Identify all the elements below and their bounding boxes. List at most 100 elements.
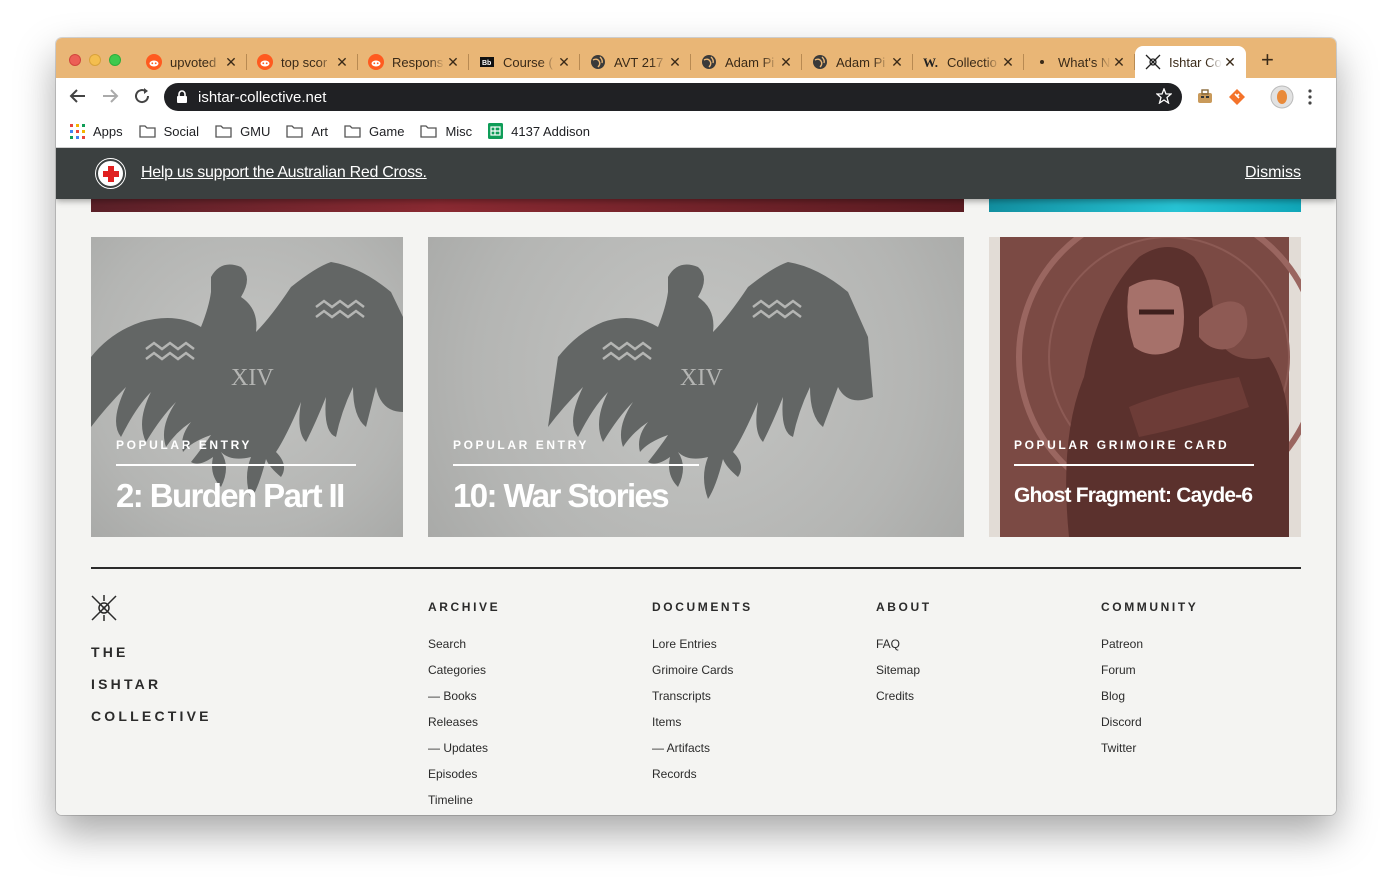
- bookmark-label: Game: [369, 123, 405, 139]
- card-title: 10: War Stories: [453, 477, 670, 514]
- popular-entry-card[interactable]: XIV POPULAR ENTRY 10: War Stories: [428, 237, 964, 537]
- folder-icon: [215, 124, 232, 138]
- tab-ishtar[interactable]: Ishtar Co ✕: [1135, 46, 1246, 78]
- tab-collection[interactable]: W. Collectio ✕: [913, 46, 1024, 78]
- footer-link[interactable]: Grimoire Cards: [652, 663, 753, 689]
- tab-course[interactable]: Bb Course ( ✕: [469, 46, 580, 78]
- svg-text:W.: W.: [923, 55, 938, 70]
- tab-close-icon[interactable]: ✕: [1222, 54, 1238, 71]
- tab-upvoted[interactable]: upvoted ✕: [136, 46, 247, 78]
- footer-link[interactable]: Blog: [1101, 689, 1198, 715]
- address-bar[interactable]: ishtar-collective.net: [164, 83, 1182, 111]
- svg-text:XIV: XIV: [680, 365, 723, 391]
- footer-link[interactable]: Search: [428, 637, 500, 663]
- popular-grimoire-card[interactable]: POPULAR GRIMOIRE CARD Ghost Fragment: Ca…: [989, 237, 1301, 537]
- tab-close-icon[interactable]: ✕: [223, 54, 239, 71]
- bookmark-folder-misc[interactable]: Misc: [420, 124, 472, 139]
- footer-heading: ABOUT: [876, 600, 932, 614]
- bookmark-folder-gmu[interactable]: GMU: [215, 124, 270, 139]
- card-divider: [1014, 464, 1254, 466]
- footer-link[interactable]: Releases: [428, 715, 500, 741]
- bookmark-star-icon[interactable]: [1155, 87, 1173, 109]
- maximize-window-button[interactable]: [109, 54, 121, 66]
- minimize-window-button[interactable]: [89, 54, 101, 66]
- card-divider: [453, 464, 699, 466]
- footer-link[interactable]: Transcripts: [652, 689, 753, 715]
- tab-close-icon[interactable]: ✕: [778, 54, 794, 71]
- footer-link[interactable]: Forum: [1101, 663, 1198, 689]
- bookmark-folder-art[interactable]: Art: [286, 124, 328, 139]
- footer-link[interactable]: — Updates: [428, 741, 500, 767]
- sheets-icon: [488, 123, 504, 139]
- red-cross-banner: Help us support the Australian Red Cross…: [56, 148, 1336, 199]
- tab-title: Respons: [392, 54, 444, 70]
- banner-support-link[interactable]: Help us support the Australian Red Cross…: [141, 164, 427, 182]
- forward-arrow-icon[interactable]: [100, 86, 120, 106]
- footer-link[interactable]: Credits: [876, 689, 932, 715]
- tab-close-icon[interactable]: ✕: [889, 54, 905, 71]
- popular-entry-card[interactable]: XIV POPULAR ENTRY 2: Burden Part II: [91, 237, 403, 537]
- bookmark-4137-addison[interactable]: 4137 Addison: [488, 123, 590, 139]
- reddit-icon: [257, 54, 273, 70]
- bookmark-folder-game[interactable]: Game: [344, 124, 404, 139]
- footer-divider: [91, 567, 1301, 569]
- tab-close-icon[interactable]: ✕: [445, 54, 461, 71]
- bookmark-folder-social[interactable]: Social: [138, 124, 199, 139]
- footer-link[interactable]: Items: [652, 715, 753, 741]
- footer-heading: ARCHIVE: [428, 600, 501, 614]
- footer-link[interactable]: Episodes: [428, 767, 500, 793]
- browser-menu-icon[interactable]: [1307, 88, 1325, 106]
- tab-title: upvoted: [170, 54, 217, 70]
- footer-link[interactable]: — Books: [428, 689, 500, 715]
- card-kicker: POPULAR ENTRY: [453, 438, 590, 452]
- footer-column-archive: ARCHIVE Search Categories — Books Releas…: [428, 600, 500, 815]
- tab-list: upvoted ✕ top scor ✕ Respons ✕ Bb Course…: [136, 46, 1246, 78]
- folder-icon: [286, 124, 304, 138]
- footer-link[interactable]: Sitemap: [876, 663, 932, 689]
- tab-whats-new[interactable]: What's N ✕: [1024, 46, 1135, 78]
- wordmark-line: THE: [91, 644, 129, 660]
- reddit-icon: [368, 54, 384, 70]
- bookmark-label: GMU: [240, 123, 271, 139]
- footer-link[interactable]: Records: [652, 767, 753, 793]
- ishtar-logo-icon[interactable]: [91, 595, 117, 626]
- footer-link[interactable]: FAQ: [876, 637, 932, 663]
- footer-wordmark[interactable]: THE ISHTAR COLLECTIVE: [91, 636, 212, 732]
- card-divider: [116, 464, 356, 466]
- back-arrow-icon[interactable]: [68, 86, 88, 106]
- banner-dismiss-link[interactable]: Dismiss: [1245, 164, 1301, 182]
- tab-title: Adam Pi: [836, 54, 886, 70]
- footer-link[interactable]: Patreon: [1101, 637, 1198, 663]
- footer-link[interactable]: Categories: [428, 663, 500, 689]
- tab-close-icon[interactable]: ✕: [334, 54, 350, 71]
- tab-close-icon[interactable]: ✕: [1000, 54, 1016, 71]
- tab-close-icon[interactable]: ✕: [1111, 54, 1127, 71]
- tab-avt217[interactable]: AVT 217 ✕: [580, 46, 691, 78]
- tab-title: Course (: [503, 54, 553, 70]
- footer-link[interactable]: Twitter: [1101, 741, 1198, 767]
- footer-link[interactable]: Lore Entries: [652, 637, 753, 663]
- tab-top-score[interactable]: top scor ✕: [247, 46, 358, 78]
- footer-link[interactable]: Discord: [1101, 715, 1198, 741]
- bookmark-apps[interactable]: Apps: [70, 123, 123, 139]
- tab-adam-2[interactable]: Adam Pi ✕: [802, 46, 913, 78]
- bookmarks-bar: Apps Social GMU Art Game Misc 4137 Addis…: [56, 115, 1336, 148]
- dot-icon: [1034, 54, 1050, 70]
- apps-grid-icon: [70, 123, 85, 139]
- tab-response[interactable]: Respons ✕: [358, 46, 469, 78]
- footer-link[interactable]: — Artifacts: [652, 741, 753, 767]
- globe-icon: [701, 54, 717, 70]
- reload-icon[interactable]: [132, 86, 152, 106]
- new-tab-button[interactable]: +: [1261, 49, 1274, 71]
- card-title: 2: Burden Part II: [116, 477, 345, 514]
- tab-adam-1[interactable]: Adam Pi ✕: [691, 46, 802, 78]
- profile-avatar[interactable]: [1270, 85, 1294, 109]
- tab-close-icon[interactable]: ✕: [556, 54, 572, 71]
- tab-close-icon[interactable]: ✕: [667, 54, 683, 71]
- extension-diamond-icon[interactable]: [1228, 88, 1246, 106]
- card-kicker: POPULAR ENTRY: [116, 438, 253, 452]
- folder-icon: [138, 124, 156, 138]
- footer-link[interactable]: Timeline: [428, 793, 500, 815]
- extension-toolbox-icon[interactable]: [1196, 88, 1214, 106]
- close-window-button[interactable]: [69, 54, 81, 66]
